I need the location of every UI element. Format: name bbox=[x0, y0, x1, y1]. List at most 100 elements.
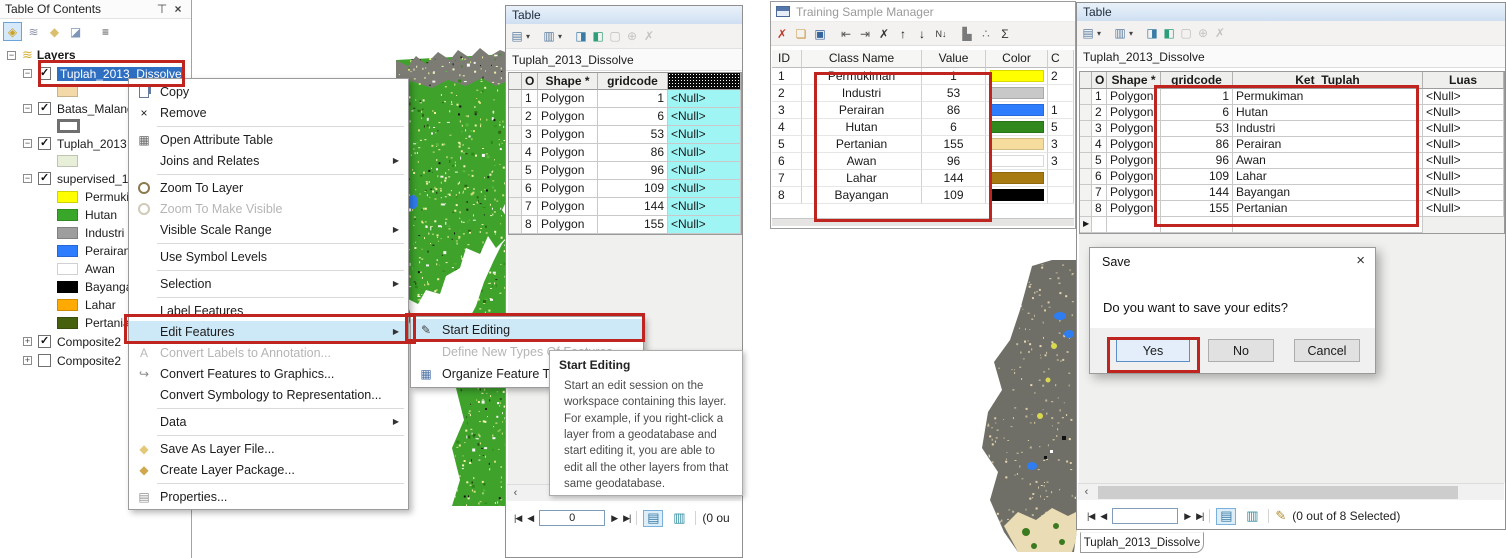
cell-shape[interactable]: Polygon bbox=[538, 216, 598, 234]
related-tables-icon[interactable]: ▥ bbox=[542, 27, 556, 46]
layer-visibility-checkbox[interactable] bbox=[38, 136, 51, 150]
cell-empty[interactable] bbox=[1107, 217, 1161, 233]
next-record-icon[interactable]: ▶ bbox=[1184, 511, 1191, 522]
cell-selected-column[interactable]: <Null> bbox=[668, 90, 741, 108]
table-options-icon[interactable]: ▤ bbox=[1081, 24, 1095, 43]
close-icon[interactable]: × bbox=[170, 2, 186, 16]
cell-value[interactable]: 53 bbox=[922, 85, 986, 102]
menu-item-zoom-to-layer[interactable]: Zoom To Layer bbox=[129, 177, 408, 198]
tsm-row[interactable]: 6 Awan 96 3 bbox=[772, 153, 1074, 170]
open-icon[interactable]: ❏ bbox=[794, 24, 808, 43]
row-selector-header[interactable] bbox=[509, 73, 522, 90]
cell-objectid[interactable]: 4 bbox=[1092, 137, 1107, 153]
cell-value[interactable]: 144 bbox=[922, 170, 986, 187]
cell-color[interactable] bbox=[986, 170, 1048, 187]
expand-icon[interactable]: + bbox=[23, 356, 32, 365]
cell-empty[interactable] bbox=[1161, 217, 1233, 233]
first-record-icon[interactable]: |◀ bbox=[514, 513, 522, 524]
cell-id[interactable]: 3 bbox=[772, 102, 802, 119]
menu-item-zoom-to-make-visible[interactable]: Zoom To Make Visible bbox=[129, 198, 408, 219]
table-window-titlebar[interactable]: Table bbox=[1077, 3, 1505, 21]
move-up-icon[interactable]: ↑ bbox=[896, 24, 910, 43]
collapse-icon[interactable]: − bbox=[23, 104, 32, 113]
show-selected-records-icon[interactable]: ▥ bbox=[669, 510, 689, 527]
cell-shape[interactable]: Polygon bbox=[1107, 121, 1161, 137]
column-header-count[interactable]: C bbox=[1048, 50, 1074, 68]
menu-separator[interactable] bbox=[157, 238, 404, 244]
tree-item-layers-root[interactable]: − ≋ Layers bbox=[0, 46, 191, 64]
cell-gridcode[interactable]: 109 bbox=[598, 180, 668, 198]
cell-gridcode[interactable]: 53 bbox=[598, 126, 668, 144]
cell-objectid[interactable]: 8 bbox=[522, 216, 538, 234]
cell-shape[interactable]: Polygon bbox=[538, 126, 598, 144]
cell-color[interactable] bbox=[986, 102, 1048, 119]
clear-selection-icon[interactable]: ▢ bbox=[608, 27, 622, 46]
row-selector[interactable] bbox=[1080, 89, 1092, 105]
cell-objectid[interactable]: 1 bbox=[522, 90, 538, 108]
cell-gridcode[interactable]: 6 bbox=[598, 108, 668, 126]
cell-objectid[interactable]: 8 bbox=[1092, 201, 1107, 217]
menu-separator[interactable] bbox=[157, 478, 404, 484]
cell-objectid[interactable]: 6 bbox=[1092, 169, 1107, 185]
cell-ket-tuplah[interactable]: Hutan bbox=[1233, 105, 1423, 121]
scroll-left-icon[interactable]: ‹ bbox=[507, 485, 524, 501]
table-window-titlebar[interactable]: Table bbox=[506, 6, 742, 24]
tsm-scrollbar[interactable] bbox=[772, 218, 1074, 226]
cell-ket-tuplah[interactable]: Permukiman bbox=[1233, 89, 1423, 105]
cell-shape[interactable]: Polygon bbox=[538, 108, 598, 126]
cell-luas[interactable]: <Null> bbox=[1423, 105, 1504, 121]
cell-class-name[interactable]: Bayangan bbox=[802, 187, 922, 204]
tsm-row[interactable]: 4 Hutan 6 5 bbox=[772, 119, 1074, 136]
collapse-icon[interactable]: − bbox=[23, 69, 32, 78]
cell-id[interactable]: 2 bbox=[772, 85, 802, 102]
cell-shape[interactable]: Polygon bbox=[1107, 153, 1161, 169]
layer-label[interactable]: Composite2 bbox=[57, 354, 121, 368]
split-classes-icon[interactable]: ⇥ bbox=[858, 24, 872, 43]
cell-luas[interactable]: <Null> bbox=[1423, 121, 1504, 137]
cell-class-name[interactable]: Industri bbox=[802, 85, 922, 102]
menu-separator[interactable] bbox=[157, 265, 404, 271]
list-by-drawing-order-icon[interactable]: ◈ bbox=[3, 22, 22, 41]
cell-shape[interactable]: Polygon bbox=[1107, 185, 1161, 201]
cell-objectid[interactable]: 5 bbox=[1092, 153, 1107, 169]
options-icon[interactable]: ≡ bbox=[96, 22, 115, 41]
cell-color[interactable] bbox=[986, 68, 1048, 85]
menu-item-convert-symbology-to-representation[interactable]: Convert Symbology to Representation... bbox=[129, 384, 408, 405]
cell-color[interactable] bbox=[986, 187, 1048, 204]
cell-count[interactable] bbox=[1048, 170, 1074, 187]
record-number-input[interactable] bbox=[1112, 508, 1179, 524]
cell-value[interactable]: 155 bbox=[922, 136, 986, 153]
cell-selected-column[interactable]: <Null> bbox=[668, 216, 741, 234]
cell-objectid[interactable]: 4 bbox=[522, 144, 538, 162]
cell-objectid[interactable]: 3 bbox=[1092, 121, 1107, 137]
cell-value[interactable]: 6 bbox=[922, 119, 986, 136]
dropdown-arrow-icon[interactable]: ▾ bbox=[524, 27, 532, 46]
show-all-records-icon[interactable]: ▤ bbox=[643, 509, 664, 527]
menu-separator[interactable] bbox=[157, 430, 404, 436]
cell-count[interactable]: 1 bbox=[1048, 102, 1074, 119]
list-by-visibility-icon[interactable]: ◆ bbox=[45, 22, 64, 41]
show-all-records-icon[interactable]: ▤ bbox=[1216, 507, 1237, 525]
row-selector[interactable] bbox=[509, 162, 522, 180]
cell-class-name[interactable]: Hutan bbox=[802, 119, 922, 136]
cell-luas[interactable]: <Null> bbox=[1423, 89, 1504, 105]
cell-gridcode[interactable]: 155 bbox=[1161, 201, 1233, 217]
cell-objectid[interactable]: 7 bbox=[1092, 185, 1107, 201]
renumber-classes-icon[interactable]: N↓ bbox=[934, 24, 948, 43]
map-canvas-supervised-classification[interactable] bbox=[396, 44, 510, 506]
class-color-swatch[interactable] bbox=[989, 121, 1044, 133]
cell-gridcode[interactable]: 96 bbox=[598, 162, 668, 180]
dropdown-arrow-icon[interactable]: ▾ bbox=[556, 27, 564, 46]
cell-count[interactable]: 2 bbox=[1048, 68, 1074, 85]
cell-value[interactable]: 86 bbox=[922, 102, 986, 119]
cell-ket-tuplah[interactable]: Pertanian bbox=[1233, 201, 1423, 217]
cell-objectid[interactable]: 1 bbox=[1092, 89, 1107, 105]
cell-objectid[interactable]: 2 bbox=[1092, 105, 1107, 121]
menu-separator[interactable] bbox=[157, 169, 404, 175]
cell-luas[interactable]: <Null> bbox=[1423, 137, 1504, 153]
row-selector[interactable] bbox=[1080, 137, 1092, 153]
related-tables-icon[interactable]: ▥ bbox=[1113, 24, 1127, 43]
last-record-icon[interactable]: ▶| bbox=[623, 513, 631, 524]
cell-selected-column[interactable]: <Null> bbox=[668, 180, 741, 198]
menu-item-open-attribute-table[interactable]: ▦ Open Attribute Table bbox=[129, 129, 408, 150]
